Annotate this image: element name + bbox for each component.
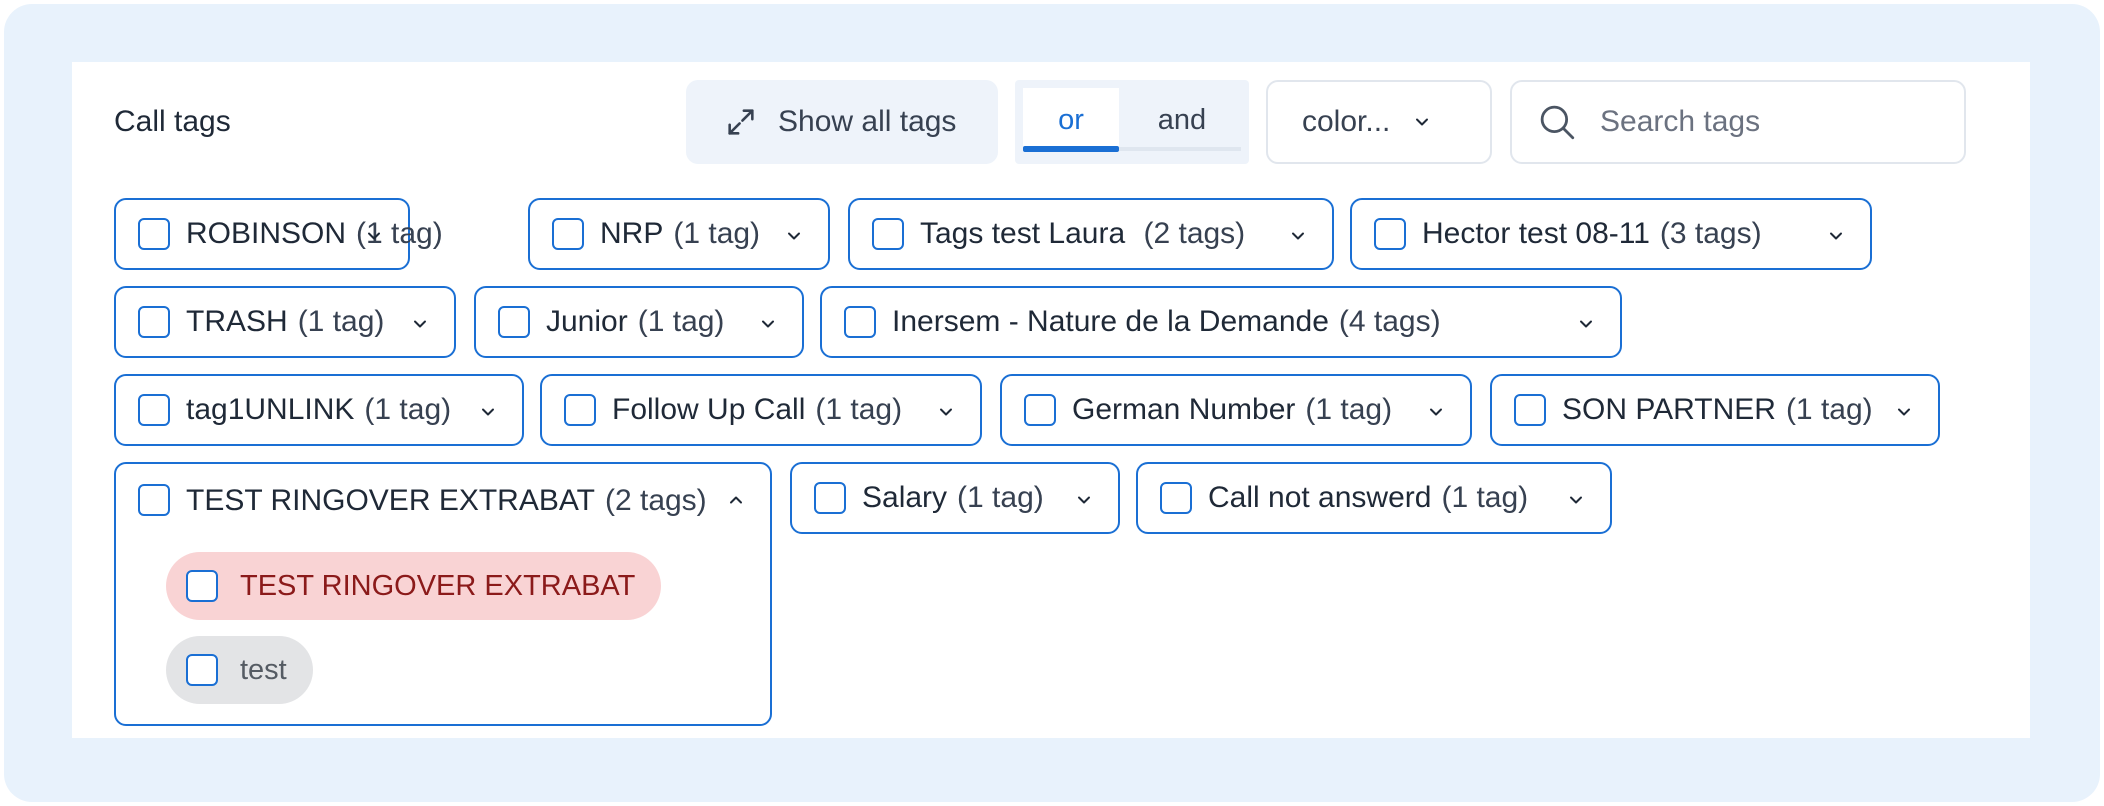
- tag-test[interactable]: test: [166, 636, 313, 704]
- group-name: NRP: [600, 217, 664, 250]
- tag-group-follow-up-call[interactable]: Follow Up Call (1 tag): [540, 374, 982, 446]
- show-all-tags-button[interactable]: Show all tags: [686, 80, 998, 164]
- logic-or-option[interactable]: or: [1023, 88, 1119, 152]
- group-name: Follow Up Call: [612, 393, 806, 426]
- tag-group-son-partner[interactable]: SON PARTNER (1 tag): [1490, 374, 1940, 446]
- group-checkbox[interactable]: [138, 484, 170, 516]
- group-name: Salary: [862, 481, 948, 514]
- toggle-track: [1119, 147, 1241, 151]
- group-count: (1 tag): [1305, 393, 1393, 426]
- group-name: tag1UNLINK: [186, 393, 355, 426]
- group-name: TEST RINGOVER EXTRABAT: [186, 484, 595, 517]
- tag-group-german-number[interactable]: German Number (1 tag): [1000, 374, 1472, 446]
- group-checkbox[interactable]: [138, 306, 170, 338]
- chevron-down-icon[interactable]: [1576, 314, 1596, 334]
- group-count: (1 tag): [673, 217, 761, 250]
- chevron-down-icon[interactable]: [936, 402, 956, 422]
- group-count: (1 tag): [957, 481, 1044, 514]
- tag-label: test: [240, 653, 287, 686]
- chevron-down-icon[interactable]: [1426, 402, 1446, 422]
- group-checkbox[interactable]: [552, 218, 584, 250]
- chevron-down-icon[interactable]: [1894, 402, 1914, 422]
- group-count: (1 tag): [815, 393, 903, 426]
- chevron-down-icon[interactable]: [364, 226, 384, 246]
- group-checkbox[interactable]: [844, 306, 876, 338]
- group-checkbox[interactable]: [564, 394, 596, 426]
- chevron-down-icon[interactable]: [1826, 226, 1846, 246]
- tag-group-call-not-answerd[interactable]: Call not answerd (1 tag): [1136, 462, 1612, 534]
- group-name: Call not answerd: [1208, 481, 1432, 514]
- group-checkbox[interactable]: [872, 218, 904, 250]
- group-count: (2 tags): [1143, 217, 1246, 250]
- chevron-down-icon[interactable]: [758, 314, 778, 334]
- search-icon: [1540, 105, 1575, 140]
- group-checkbox[interactable]: [138, 218, 170, 250]
- tag-group-tags-test-laura[interactable]: Tags test Laura (2 tags): [848, 198, 1334, 270]
- show-all-tags-label: Show all tags: [778, 105, 957, 138]
- panel-title: Call tags: [114, 105, 231, 138]
- tag-group-junior[interactable]: Junior (1 tag): [474, 286, 804, 358]
- tag-group-hector-test[interactable]: Hector test 08-11 (3 tags): [1350, 198, 1872, 270]
- group-count: (4 tags): [1338, 305, 1441, 338]
- search-input[interactable]: [1598, 104, 1962, 140]
- group-name: TRASH: [186, 305, 288, 338]
- search-box: [1510, 80, 1966, 164]
- group-count: (3 tags): [1659, 217, 1762, 250]
- group-name: Junior: [546, 305, 628, 338]
- tag-group-test-ringover-extrabat[interactable]: TEST RINGOVER EXTRABAT (2 tags) TEST RIN…: [114, 462, 772, 726]
- chevron-down-icon: [1416, 118, 1429, 126]
- group-name: Tags test Laura: [920, 217, 1134, 250]
- call-tags-panel: Call tags Show all tags or and color... …: [72, 62, 2030, 738]
- tag-group-tag1unlink[interactable]: tag1UNLINK (1 tag): [114, 374, 524, 446]
- group-count: (1 tag): [1785, 393, 1873, 426]
- group-checkbox[interactable]: [138, 394, 170, 426]
- chevron-down-icon[interactable]: [1074, 490, 1094, 510]
- group-name: Hector test 08-11: [1422, 217, 1650, 250]
- group-name: German Number: [1072, 393, 1296, 426]
- group-count: (1 tag): [1441, 481, 1529, 514]
- tag-group-nrp[interactable]: NRP (1 tag): [528, 198, 830, 270]
- tag-group-inersem[interactable]: Inersem - Nature de la Demande (4 tags): [820, 286, 1622, 358]
- group-checkbox[interactable]: [1514, 394, 1546, 426]
- group-name: Inersem - Nature de la Demande: [892, 305, 1329, 338]
- group-checkbox[interactable]: [814, 482, 846, 514]
- chevron-up-icon[interactable]: [726, 490, 746, 510]
- tag-group-robinson[interactable]: ROBINSON (1 tag): [114, 198, 443, 270]
- chevron-down-icon[interactable]: [784, 226, 804, 246]
- group-count: (2 tags): [604, 484, 707, 517]
- chevron-down-icon[interactable]: [1288, 226, 1308, 246]
- chevron-down-icon[interactable]: [478, 402, 498, 422]
- tag-checkbox[interactable]: [186, 570, 218, 602]
- tag-group-trash[interactable]: TRASH (1 tag): [114, 286, 456, 358]
- logic-and-option[interactable]: and: [1123, 88, 1241, 152]
- tag-checkbox[interactable]: [186, 654, 218, 686]
- group-checkbox[interactable]: [498, 306, 530, 338]
- color-select-value: color...: [1302, 105, 1391, 138]
- chevron-down-icon[interactable]: [410, 314, 430, 334]
- tag-test-ringover-extrabat[interactable]: TEST RINGOVER EXTRABAT: [166, 552, 662, 620]
- group-count: (1 tag): [637, 305, 725, 338]
- tag-label: TEST RINGOVER EXTRABAT: [240, 569, 636, 602]
- group-name: ROBINSON: [186, 217, 347, 250]
- group-name: SON PARTNER: [1562, 393, 1776, 426]
- chevron-down-icon[interactable]: [1566, 490, 1586, 510]
- outer-frame: Call tags Show all tags or and color... …: [4, 4, 2100, 802]
- tag-group-salary[interactable]: Salary (1 tag): [790, 462, 1120, 534]
- color-select[interactable]: color...: [1266, 80, 1492, 164]
- expand-icon: [728, 109, 754, 135]
- group-checkbox[interactable]: [1374, 218, 1406, 250]
- group-checkbox[interactable]: [1160, 482, 1192, 514]
- logic-toggle: or and: [1015, 80, 1249, 164]
- group-count: (1 tag): [297, 305, 385, 338]
- group-count: (1 tag): [364, 393, 452, 426]
- toggle-active-indicator: [1023, 146, 1119, 152]
- group-checkbox[interactable]: [1024, 394, 1056, 426]
